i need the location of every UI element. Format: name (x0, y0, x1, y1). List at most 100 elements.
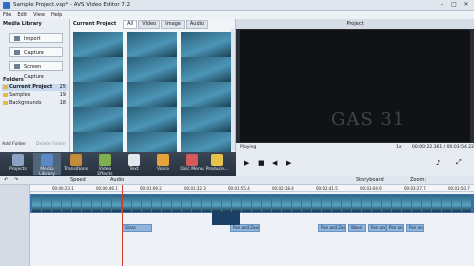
add-folder-button[interactable]: Add Folder (2, 142, 26, 147)
tool-transitions[interactable]: Transitions (62, 153, 90, 175)
video-frame (42, 195, 51, 212)
video-frame (322, 195, 331, 212)
media-thumbnail[interactable] (73, 132, 123, 159)
redo-icon[interactable]: ↷ (14, 177, 18, 183)
speed-button[interactable]: Speed (70, 177, 86, 183)
tool-icon (41, 154, 53, 166)
volume-icon[interactable]: ♪ (436, 159, 440, 167)
menu-edit[interactable]: Edit (14, 11, 30, 19)
maximize-icon[interactable]: □ (448, 1, 460, 9)
tab-audio[interactable]: Audio (185, 20, 209, 29)
video-frame (152, 195, 161, 212)
ruler-tick-label: 00:03:04.6 (360, 186, 382, 191)
ruler-tick-label: 00:01:32.3 (184, 186, 206, 191)
video-frame (172, 195, 181, 212)
video-frame (462, 195, 471, 212)
tab-video[interactable]: Video (138, 20, 161, 29)
overlay-clip[interactable] (212, 212, 240, 225)
tab-all[interactable]: All (123, 20, 138, 29)
menu-file[interactable]: File (0, 11, 14, 19)
video-frame (362, 195, 371, 212)
effect-clip[interactable]: Pan and Zoom (386, 224, 404, 232)
tool-media-library[interactable]: Media Library (33, 153, 61, 177)
ruler-tick-label: 00:03:27.7 (404, 186, 426, 191)
grid-scrollbar[interactable] (231, 29, 235, 151)
effect-clip[interactable]: Pan and Zoom (406, 224, 424, 232)
screen-capture-icon (14, 64, 20, 69)
folder-samples[interactable]: Samples 19 (2, 92, 68, 99)
video-track[interactable] (30, 194, 474, 213)
folder-icon (3, 93, 8, 97)
video-frame (212, 195, 221, 212)
video-frame (432, 195, 441, 212)
storyboard-toggle[interactable]: Storyboard (356, 177, 384, 183)
thumbnail-image (73, 107, 123, 134)
media-grid-panel: Current Project AllVideoImageAudio Divin… (70, 19, 236, 159)
tool-icon (99, 154, 111, 166)
player-controls: ▶ ■ ◀ ▶ ♪ ⤢ (236, 152, 474, 176)
tool-projects[interactable]: Projects (4, 153, 32, 175)
effect-clip[interactable]: Pan and Zoom (368, 224, 386, 232)
close-icon[interactable]: ✕ (460, 1, 472, 9)
video-frame (372, 195, 381, 212)
minimize-icon[interactable]: – (436, 1, 448, 9)
panel-header: Media Library (3, 21, 42, 27)
thumbnail-image (127, 32, 177, 59)
video-frame (132, 195, 141, 212)
next-frame-icon[interactable]: ▶ (286, 159, 291, 167)
prev-frame-icon[interactable]: ◀ (272, 159, 277, 167)
audio-button[interactable]: Audio (110, 177, 124, 183)
tool-text[interactable]: Text (120, 153, 148, 175)
import-button[interactable]: Import (9, 33, 63, 43)
thumbnail-image (181, 107, 231, 134)
tab-image[interactable]: Image (161, 20, 185, 29)
video-frame (252, 195, 261, 212)
video-frame (442, 195, 451, 212)
media-thumbnail[interactable] (127, 132, 177, 159)
video-frame (452, 195, 461, 212)
video-frame (182, 195, 191, 212)
capture-button[interactable]: Capture (9, 47, 63, 57)
menu-help[interactable]: Help (48, 11, 65, 19)
tool-produce[interactable]: Produce... (200, 153, 234, 175)
window-title: Sample Project.vsp* - AVS Video Editor 7… (13, 2, 131, 8)
playback-speed: 1x (396, 145, 402, 150)
folder-backgrounds[interactable]: Backgrounds 18 (2, 100, 68, 107)
undo-icon[interactable]: ↶ (4, 177, 8, 183)
effect-clip[interactable]: Pan and Zoom (318, 224, 346, 232)
tool-icon (186, 154, 198, 166)
tool-video-effects[interactable]: Video Effects (91, 153, 119, 177)
fullscreen-icon[interactable]: ⤢ (456, 158, 462, 167)
effect-clip[interactable]: Pan and Zoom (230, 224, 260, 232)
thumbnail-image (127, 107, 177, 134)
ruler-tick-label: 00:02:18.4 (272, 186, 294, 191)
preview-header: Project (236, 19, 474, 29)
play-icon[interactable]: ▶ (244, 159, 249, 167)
video-frame (122, 195, 131, 212)
screen-capture-button[interactable]: Screen Capture (9, 61, 63, 80)
effect-clip[interactable]: Wave (348, 224, 366, 232)
timeline-ruler[interactable]: 00:00:23.1 00:00:46.1 00:01:09.2 00:01:32.3… (30, 185, 474, 192)
media-thumbnail[interactable] (181, 132, 231, 159)
stop-icon[interactable]: ■ (258, 159, 265, 167)
watermark: GAS 31 (331, 109, 406, 130)
ruler-tick-label: 00:03:50.7 (448, 186, 470, 191)
timeline-tracks[interactable]: GlassPan and ZoomPan and ZoomWavePan and… (30, 192, 474, 266)
tool-icon (128, 154, 140, 166)
thumbnail-image (73, 82, 123, 109)
effect-clip[interactable]: Glass (122, 224, 152, 232)
delete-folder-button[interactable]: Delete Folder (36, 142, 66, 147)
video-frame (82, 195, 91, 212)
video-frame (102, 195, 111, 212)
video-frame (392, 195, 401, 212)
menu-view[interactable]: View (30, 11, 48, 19)
tool-voice[interactable]: Voice (149, 153, 177, 175)
time-readout: 00:00:22.361 / 00:03:54.22 (412, 145, 474, 150)
thumbnail-image (181, 32, 231, 59)
video-frame (112, 195, 121, 212)
playhead[interactable] (122, 185, 123, 266)
thumbnail-image (127, 57, 177, 84)
video-frame (282, 195, 291, 212)
folder-current-project[interactable]: Current Project 25 (2, 84, 68, 91)
video-frame (92, 195, 101, 212)
